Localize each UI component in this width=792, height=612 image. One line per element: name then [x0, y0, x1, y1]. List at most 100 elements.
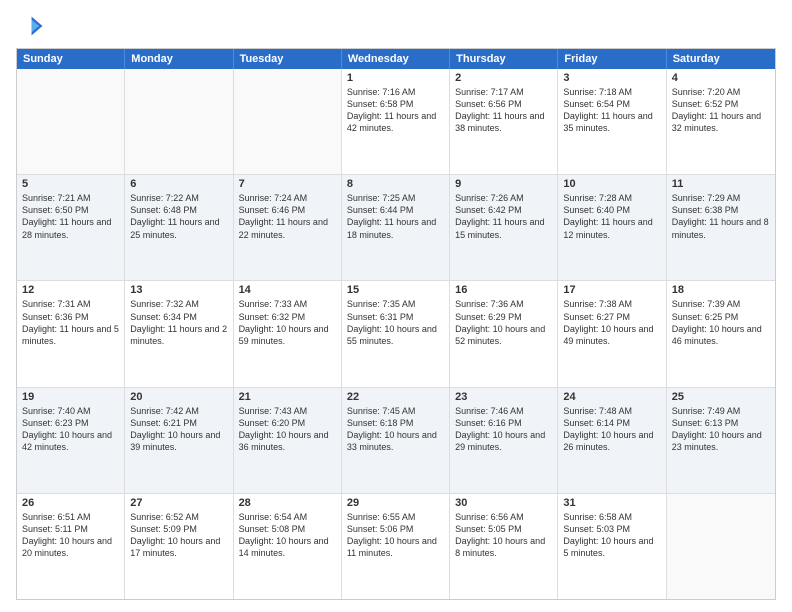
- day-number: 22: [347, 391, 444, 403]
- cell-detail: Sunrise: 7:45 AM Sunset: 6:18 PM Dayligh…: [347, 405, 444, 454]
- cell-detail: Sunrise: 7:36 AM Sunset: 6:29 PM Dayligh…: [455, 298, 552, 347]
- calendar-row: 26Sunrise: 6:51 AM Sunset: 5:11 PM Dayli…: [17, 494, 775, 599]
- calendar-cell: 22 Sunrise: 7:45 AM Sunset: 6:18 PM Dayli…: [342, 388, 450, 493]
- calendar-cell: 2Sunrise: 7:17 AM Sunset: 6:56 PM Daylig…: [450, 69, 558, 174]
- calendar-row: 1 Sunrise: 7:16 AM Sunset: 6:58 PM Daylig…: [17, 69, 775, 175]
- calendar-cell: 3Sunrise: 7:18 AM Sunset: 6:54 PM Daylig…: [558, 69, 666, 174]
- calendar-cell: 25 Sunrise: 7:49 AM Sunset: 6:13 PM Dayli…: [667, 388, 775, 493]
- calendar-cell: 10Sunrise: 7:28 AM Sunset: 6:40 PM Dayli…: [558, 175, 666, 280]
- day-number: 13: [130, 284, 227, 296]
- day-number: 25: [672, 391, 770, 403]
- weekday-header: Thursday: [450, 49, 558, 69]
- calendar-cell: 27 Sunrise: 6:52 AM Sunset: 5:09 PM Dayli…: [125, 494, 233, 599]
- calendar-cell: [234, 69, 342, 174]
- calendar-cell: 9 Sunrise: 7:26 AM Sunset: 6:42 PM Daylig…: [450, 175, 558, 280]
- cell-detail: Sunrise: 6:56 AM Sunset: 5:05 PM Dayligh…: [455, 511, 552, 560]
- day-number: 26: [22, 497, 119, 509]
- cell-detail: Sunrise: 7:16 AM Sunset: 6:58 PM Dayligh…: [347, 86, 444, 135]
- day-number: 12: [22, 284, 119, 296]
- day-number: 11: [672, 178, 770, 190]
- cell-detail: Sunrise: 7:38 AM Sunset: 6:27 PM Dayligh…: [563, 298, 660, 347]
- day-number: 1: [347, 72, 444, 84]
- day-number: 17: [563, 284, 660, 296]
- cell-detail: Sunrise: 7:35 AM Sunset: 6:31 PM Dayligh…: [347, 298, 444, 347]
- calendar-body: 1 Sunrise: 7:16 AM Sunset: 6:58 PM Daylig…: [17, 69, 775, 599]
- calendar-cell: 26Sunrise: 6:51 AM Sunset: 5:11 PM Dayli…: [17, 494, 125, 599]
- calendar-row: 5 Sunrise: 7:21 AM Sunset: 6:50 PM Daylig…: [17, 175, 775, 281]
- day-number: 4: [672, 72, 770, 84]
- calendar-cell: 28 Sunrise: 6:54 AM Sunset: 5:08 PM Dayli…: [234, 494, 342, 599]
- day-number: 21: [239, 391, 336, 403]
- weekday-header: Tuesday: [234, 49, 342, 69]
- cell-detail: Sunrise: 7:43 AM Sunset: 6:20 PM Dayligh…: [239, 405, 336, 454]
- logo-icon: [16, 12, 44, 40]
- cell-detail: Sunrise: 7:21 AM Sunset: 6:50 PM Dayligh…: [22, 192, 119, 241]
- calendar-cell: 1 Sunrise: 7:16 AM Sunset: 6:58 PM Daylig…: [342, 69, 450, 174]
- day-number: 16: [455, 284, 552, 296]
- cell-detail: Sunrise: 7:31 AM Sunset: 6:36 PM Dayligh…: [22, 298, 119, 347]
- cell-detail: Sunrise: 7:39 AM Sunset: 6:25 PM Dayligh…: [672, 298, 770, 347]
- day-number: 30: [455, 497, 552, 509]
- day-number: 3: [563, 72, 660, 84]
- cell-detail: Sunrise: 7:42 AM Sunset: 6:21 PM Dayligh…: [130, 405, 227, 454]
- calendar-cell: 5 Sunrise: 7:21 AM Sunset: 6:50 PM Daylig…: [17, 175, 125, 280]
- day-number: 29: [347, 497, 444, 509]
- weekday-header: Friday: [558, 49, 666, 69]
- calendar-cell: 7 Sunrise: 7:24 AM Sunset: 6:46 PM Daylig…: [234, 175, 342, 280]
- calendar-cell: 17 Sunrise: 7:38 AM Sunset: 6:27 PM Dayli…: [558, 281, 666, 386]
- cell-detail: Sunrise: 6:52 AM Sunset: 5:09 PM Dayligh…: [130, 511, 227, 560]
- calendar: SundayMondayTuesdayWednesdayThursdayFrid…: [16, 48, 776, 600]
- calendar-row: 19 Sunrise: 7:40 AM Sunset: 6:23 PM Dayli…: [17, 388, 775, 494]
- cell-detail: Sunrise: 6:55 AM Sunset: 5:06 PM Dayligh…: [347, 511, 444, 560]
- day-number: 28: [239, 497, 336, 509]
- day-number: 15: [347, 284, 444, 296]
- calendar-cell: [125, 69, 233, 174]
- cell-detail: Sunrise: 7:49 AM Sunset: 6:13 PM Dayligh…: [672, 405, 770, 454]
- cell-detail: Sunrise: 7:40 AM Sunset: 6:23 PM Dayligh…: [22, 405, 119, 454]
- cell-detail: Sunrise: 6:54 AM Sunset: 5:08 PM Dayligh…: [239, 511, 336, 560]
- day-number: 20: [130, 391, 227, 403]
- cell-detail: Sunrise: 7:22 AM Sunset: 6:48 PM Dayligh…: [130, 192, 227, 241]
- calendar-cell: 12 Sunrise: 7:31 AM Sunset: 6:36 PM Dayli…: [17, 281, 125, 386]
- cell-detail: Sunrise: 7:32 AM Sunset: 6:34 PM Dayligh…: [130, 298, 227, 347]
- weekday-header: Wednesday: [342, 49, 450, 69]
- calendar-cell: 4Sunrise: 7:20 AM Sunset: 6:52 PM Daylig…: [667, 69, 775, 174]
- calendar-cell: [667, 494, 775, 599]
- calendar-cell: 29 Sunrise: 6:55 AM Sunset: 5:06 PM Dayli…: [342, 494, 450, 599]
- day-number: 10: [563, 178, 660, 190]
- calendar-cell: 14 Sunrise: 7:33 AM Sunset: 6:32 PM Dayli…: [234, 281, 342, 386]
- day-number: 14: [239, 284, 336, 296]
- cell-detail: Sunrise: 7:17 AM Sunset: 6:56 PM Dayligh…: [455, 86, 552, 135]
- cell-detail: Sunrise: 7:25 AM Sunset: 6:44 PM Dayligh…: [347, 192, 444, 241]
- calendar-cell: 18Sunrise: 7:39 AM Sunset: 6:25 PM Dayli…: [667, 281, 775, 386]
- cell-detail: Sunrise: 7:29 AM Sunset: 6:38 PM Dayligh…: [672, 192, 770, 241]
- calendar-cell: 8 Sunrise: 7:25 AM Sunset: 6:44 PM Daylig…: [342, 175, 450, 280]
- day-number: 9: [455, 178, 552, 190]
- calendar-cell: 24Sunrise: 7:48 AM Sunset: 6:14 PM Dayli…: [558, 388, 666, 493]
- calendar-cell: 15 Sunrise: 7:35 AM Sunset: 6:31 PM Dayli…: [342, 281, 450, 386]
- weekday-header: Sunday: [17, 49, 125, 69]
- calendar-cell: 13 Sunrise: 7:32 AM Sunset: 6:34 PM Dayli…: [125, 281, 233, 386]
- calendar-cell: [17, 69, 125, 174]
- calendar-page: SundayMondayTuesdayWednesdayThursdayFrid…: [0, 0, 792, 612]
- calendar-row: 12 Sunrise: 7:31 AM Sunset: 6:36 PM Dayli…: [17, 281, 775, 387]
- calendar-cell: 20 Sunrise: 7:42 AM Sunset: 6:21 PM Dayli…: [125, 388, 233, 493]
- cell-detail: Sunrise: 7:26 AM Sunset: 6:42 PM Dayligh…: [455, 192, 552, 241]
- calendar-cell: 6 Sunrise: 7:22 AM Sunset: 6:48 PM Daylig…: [125, 175, 233, 280]
- cell-detail: Sunrise: 7:24 AM Sunset: 6:46 PM Dayligh…: [239, 192, 336, 241]
- day-number: 7: [239, 178, 336, 190]
- day-number: 8: [347, 178, 444, 190]
- day-number: 27: [130, 497, 227, 509]
- calendar-cell: 31Sunrise: 6:58 AM Sunset: 5:03 PM Dayli…: [558, 494, 666, 599]
- day-number: 6: [130, 178, 227, 190]
- calendar-cell: 19 Sunrise: 7:40 AM Sunset: 6:23 PM Dayli…: [17, 388, 125, 493]
- day-number: 23: [455, 391, 552, 403]
- header: [16, 12, 776, 40]
- day-number: 5: [22, 178, 119, 190]
- cell-detail: Sunrise: 6:58 AM Sunset: 5:03 PM Dayligh…: [563, 511, 660, 560]
- calendar-cell: 16 Sunrise: 7:36 AM Sunset: 6:29 PM Dayli…: [450, 281, 558, 386]
- calendar-header: SundayMondayTuesdayWednesdayThursdayFrid…: [17, 49, 775, 69]
- cell-detail: Sunrise: 7:46 AM Sunset: 6:16 PM Dayligh…: [455, 405, 552, 454]
- cell-detail: Sunrise: 7:33 AM Sunset: 6:32 PM Dayligh…: [239, 298, 336, 347]
- day-number: 19: [22, 391, 119, 403]
